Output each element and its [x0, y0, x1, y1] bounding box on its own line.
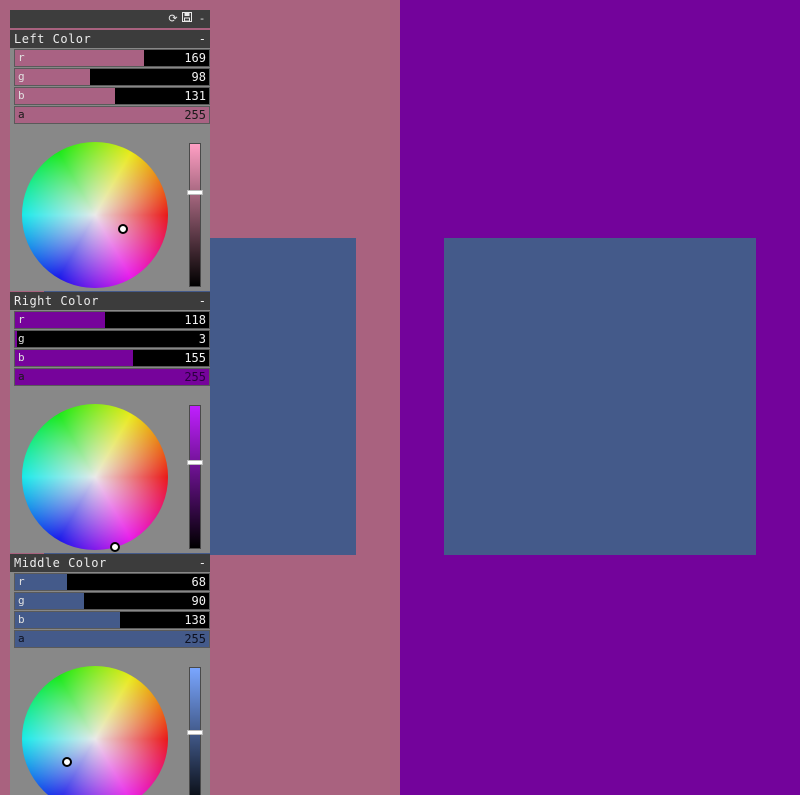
section-title: Middle Color [14, 556, 107, 570]
red-slider-fill [15, 50, 144, 66]
red-label: r [18, 313, 25, 326]
color-wheel-picker[interactable] [110, 542, 120, 552]
blue-value: 155 [184, 351, 206, 365]
brightness-slider[interactable] [187, 143, 203, 287]
green-value: 90 [191, 594, 206, 608]
alpha-label: a [18, 108, 25, 121]
blue-label: b [18, 89, 25, 102]
save-icon[interactable] [181, 12, 193, 25]
blue-slider[interactable]: b 138 [14, 611, 210, 629]
blue-slider-fill [15, 88, 115, 104]
alpha-slider-fill [15, 369, 209, 385]
green-slider[interactable]: g 90 [14, 592, 210, 610]
color-control-panel: ⟳ - Left Color - r 169 g 98 b 131 a 255 … [10, 10, 210, 795]
alpha-value: 255 [184, 370, 206, 384]
green-value: 98 [191, 70, 206, 84]
alpha-slider[interactable]: a 255 [14, 368, 210, 386]
section-title: Right Color [14, 294, 99, 308]
red-slider[interactable]: r 118 [14, 311, 210, 329]
red-label: r [18, 575, 25, 588]
green-slider[interactable]: g 3 [14, 330, 210, 348]
green-value: 3 [198, 332, 206, 346]
panel-titlebar[interactable]: ⟳ - [10, 10, 210, 28]
red-slider-fill [15, 312, 105, 328]
right-middle-color-square [444, 238, 756, 555]
red-slider[interactable]: r 169 [14, 49, 210, 67]
blue-label: b [18, 351, 25, 364]
brightness-handle[interactable] [187, 730, 203, 735]
middle-color-header[interactable]: Middle Color - [10, 554, 210, 572]
green-slider[interactable]: g 98 [14, 68, 210, 86]
color-wheel[interactable] [22, 666, 168, 795]
red-slider[interactable]: r 68 [14, 573, 210, 591]
green-slider-fill [15, 331, 17, 347]
blue-label: b [18, 613, 25, 626]
brightness-slider[interactable] [187, 405, 203, 549]
right-color-header[interactable]: Right Color - [10, 292, 210, 310]
section-title: Left Color [14, 32, 92, 46]
red-value: 169 [184, 51, 206, 65]
left-color-header[interactable]: Left Color - [10, 30, 210, 48]
color-wheel[interactable] [22, 142, 168, 288]
red-label: r [18, 51, 25, 64]
section-collapse-button[interactable]: - [199, 30, 206, 48]
refresh-icon[interactable]: ⟳ [167, 12, 179, 25]
brightness-handle[interactable] [187, 460, 203, 465]
color-wheel-picker[interactable] [118, 224, 128, 234]
alpha-label: a [18, 632, 25, 645]
green-slider-fill [15, 69, 90, 85]
blue-slider-fill [15, 612, 120, 628]
blue-slider[interactable]: b 131 [14, 87, 210, 105]
color-wheel[interactable] [22, 404, 168, 550]
blue-slider-fill [15, 350, 133, 366]
brightness-handle[interactable] [187, 190, 203, 195]
green-label: g [18, 332, 25, 345]
section-collapse-button[interactable]: - [199, 554, 206, 572]
alpha-slider[interactable]: a 255 [14, 630, 210, 648]
alpha-label: a [18, 370, 25, 383]
green-slider-fill [15, 593, 84, 609]
blue-slider[interactable]: b 155 [14, 349, 210, 367]
alpha-value: 255 [184, 108, 206, 122]
alpha-slider-fill [15, 631, 209, 647]
alpha-slider[interactable]: a 255 [14, 106, 210, 124]
green-label: g [18, 594, 25, 607]
left-color-section: Left Color - r 169 g 98 b 131 a 255 [10, 30, 210, 291]
blue-value: 138 [184, 613, 206, 627]
red-value: 68 [191, 575, 206, 589]
blue-value: 131 [184, 89, 206, 103]
middle-color-section: Middle Color - r 68 g 90 b 138 a 255 [10, 554, 210, 795]
alpha-value: 255 [184, 632, 206, 646]
red-value: 118 [184, 313, 206, 327]
green-label: g [18, 70, 25, 83]
right-color-section: Right Color - r 118 g 3 b 155 a 255 [10, 292, 210, 553]
color-wheel-picker[interactable] [62, 757, 72, 767]
brightness-slider[interactable] [187, 667, 203, 795]
alpha-slider-fill [15, 107, 209, 123]
section-collapse-button[interactable]: - [199, 292, 206, 310]
panel-collapse-button[interactable]: - [196, 12, 208, 25]
